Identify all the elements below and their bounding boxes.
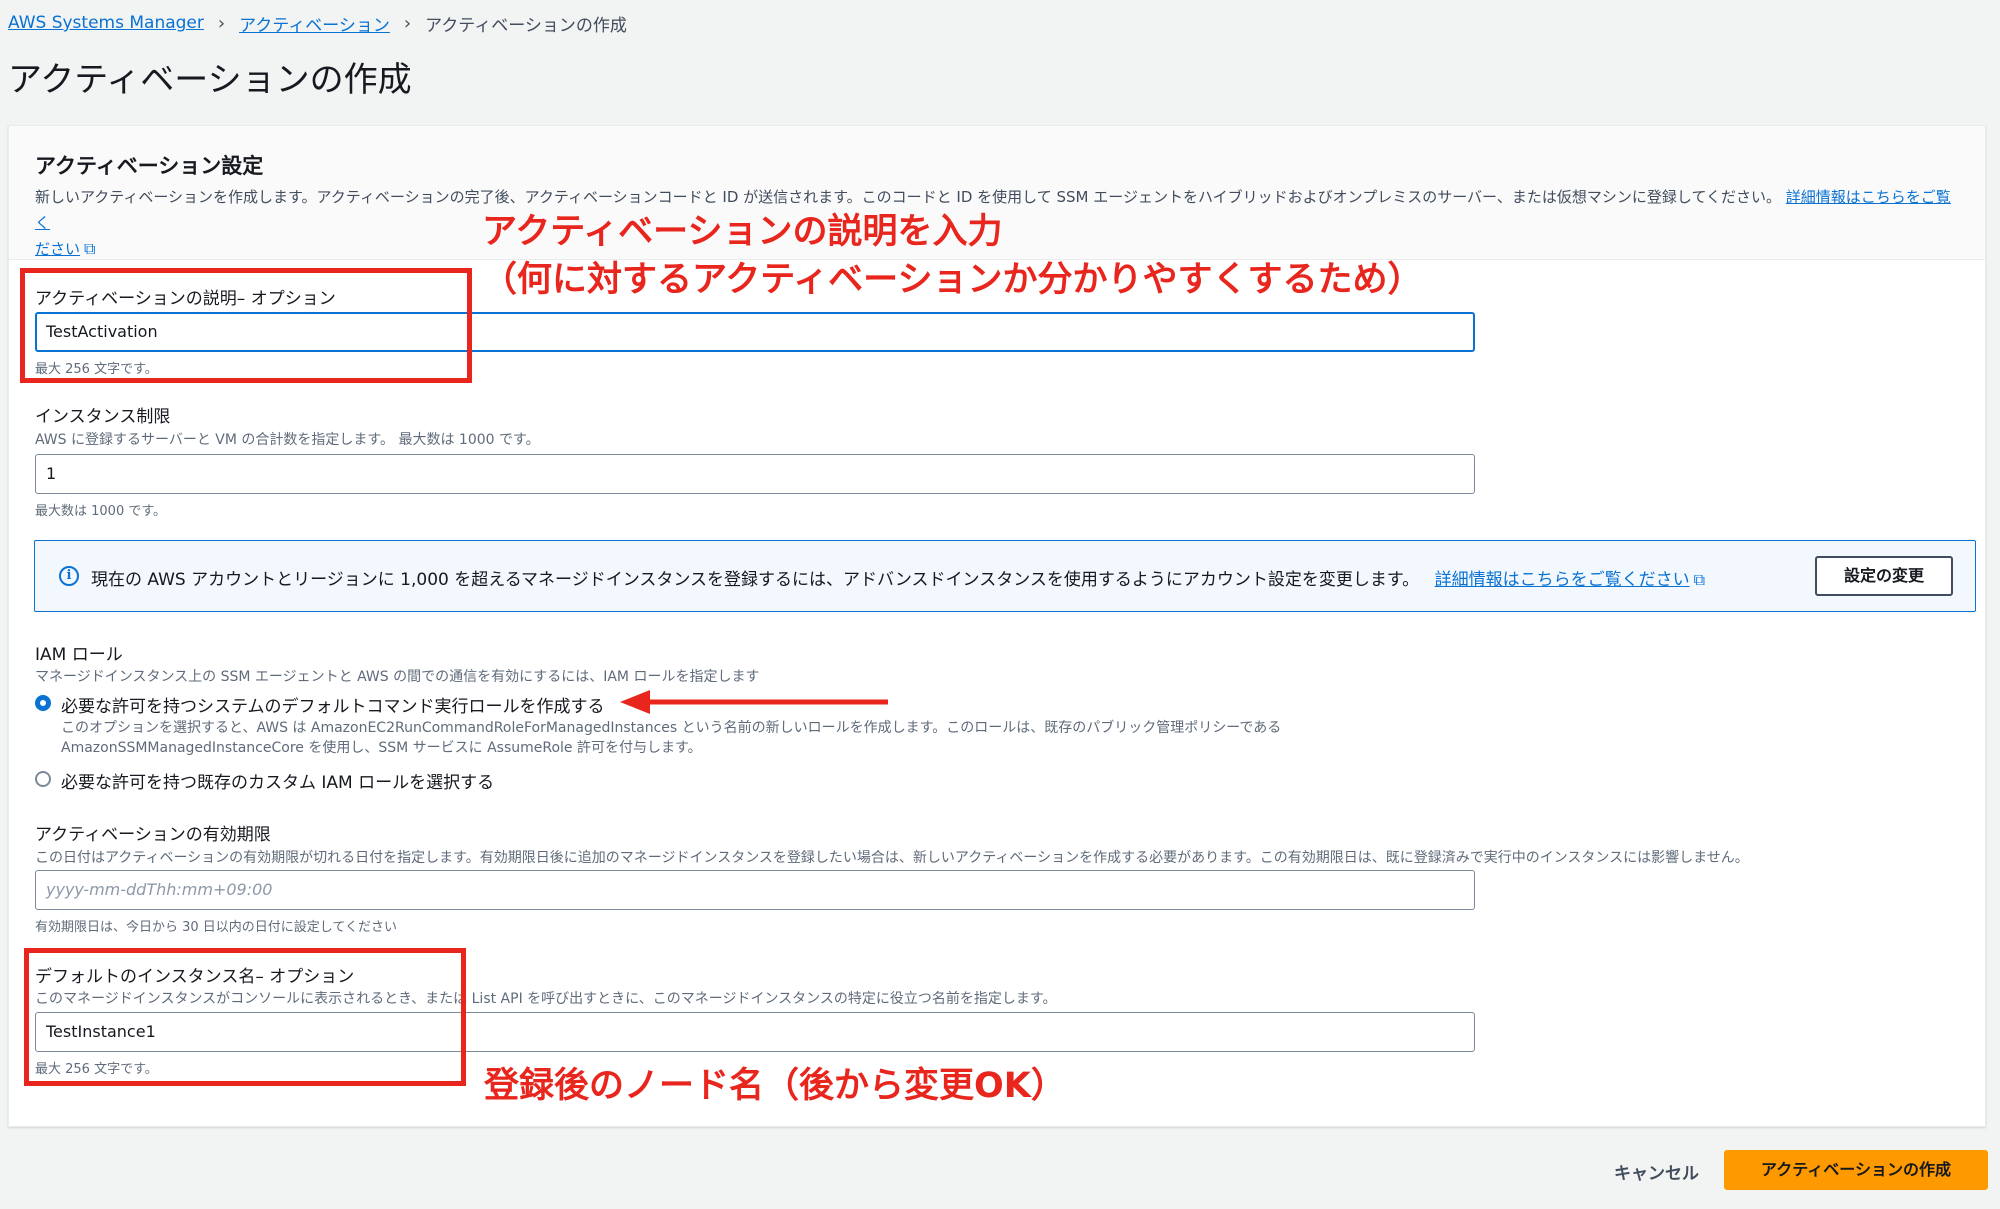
- info-alert-text: 現在の AWS アカウントとリージョンに 1,000 を超えるマネージドインスタ…: [91, 570, 1706, 590]
- radio-select-custom-role[interactable]: [35, 771, 51, 787]
- instance-limit-input[interactable]: 1: [35, 454, 1475, 494]
- radio-create-default-role-desc1: このオプションを選択すると、AWS は AmazonEC2RunCommandR…: [61, 720, 1282, 736]
- radio-select-custom-role-label[interactable]: 必要な許可を持つ既存のカスタム IAM ロールを選択する: [61, 768, 494, 793]
- instance-limit-hint: 最大数は 1000 です。: [35, 504, 167, 519]
- radio-create-default-role-label[interactable]: 必要な許可を持つシステムのデフォルトコマンド実行ロールを作成する: [61, 692, 605, 717]
- radio-create-default-role[interactable]: [35, 695, 51, 711]
- expiration-label: アクティベーションの有効期限: [35, 825, 271, 845]
- annotation-instance-name: 登録後のノード名（後から変更OK）: [484, 1066, 1066, 1106]
- external-link-icon: ⧉: [84, 239, 96, 258]
- expiration-date-input[interactable]: yyyy-mm-ddThh:mm+09:00: [35, 870, 1475, 910]
- create-activation-button[interactable]: アクティベーションの作成: [1724, 1150, 1988, 1190]
- iam-role-label: IAM ロール: [35, 645, 123, 665]
- info-alert: i 現在の AWS アカウントとリージョンに 1,000 を超えるマネージドイン…: [34, 540, 1976, 612]
- change-settings-button[interactable]: 設定の変更: [1815, 556, 1953, 596]
- annotation-description-line1: アクティベーションの説明を入力: [482, 212, 1003, 252]
- cancel-button[interactable]: キャンセル: [1614, 1159, 1699, 1184]
- expiration-hint: 有効期限日は、今日から 30 日以内の日付に設定してください: [35, 920, 398, 935]
- annotation-description-line2: （何に対するアクティベーションか分かりやすくするため）: [482, 260, 1423, 300]
- instance-limit-description: AWS に登録するサーバーと VM の合計数を指定します。 最大数は 1000 …: [35, 432, 540, 448]
- annotation-arrow-icon: [620, 690, 888, 714]
- annotation-box-description: [20, 268, 472, 383]
- panel-title: アクティベーション設定: [35, 154, 264, 178]
- chevron-right-icon: ›: [217, 12, 226, 34]
- breadcrumb: AWS Systems Manager › アクティベーション › アクティベー…: [8, 10, 627, 36]
- breadcrumb-current: アクティベーションの作成: [425, 15, 627, 36]
- radio-create-default-role-desc2: AmazonSSMManagedInstanceCore を使用し、SSM サー…: [61, 740, 702, 756]
- breadcrumb-link-systems-manager[interactable]: AWS Systems Manager: [8, 13, 204, 33]
- external-link-icon: ⧉: [1693, 570, 1706, 589]
- info-learn-more-link[interactable]: 詳細情報はこちらをご覧ください: [1435, 570, 1690, 590]
- expiration-description: この日付はアクティベーションの有効期限が切れる日付を指定します。有効期限日後に追…: [35, 850, 1749, 866]
- chevron-right-icon: ›: [403, 12, 412, 34]
- annotation-box-instance-name: [24, 948, 466, 1086]
- iam-role-description: マネージドインスタンス上の SSM エージェントと AWS の間での通信を有効に…: [35, 669, 760, 685]
- learn-more-link-cont[interactable]: ださい: [35, 240, 80, 258]
- instance-limit-label: インスタンス制限: [35, 407, 171, 427]
- info-icon: i: [59, 566, 79, 586]
- page-title: アクティベーションの作成: [8, 60, 412, 100]
- breadcrumb-link-activations[interactable]: アクティベーション: [239, 11, 390, 36]
